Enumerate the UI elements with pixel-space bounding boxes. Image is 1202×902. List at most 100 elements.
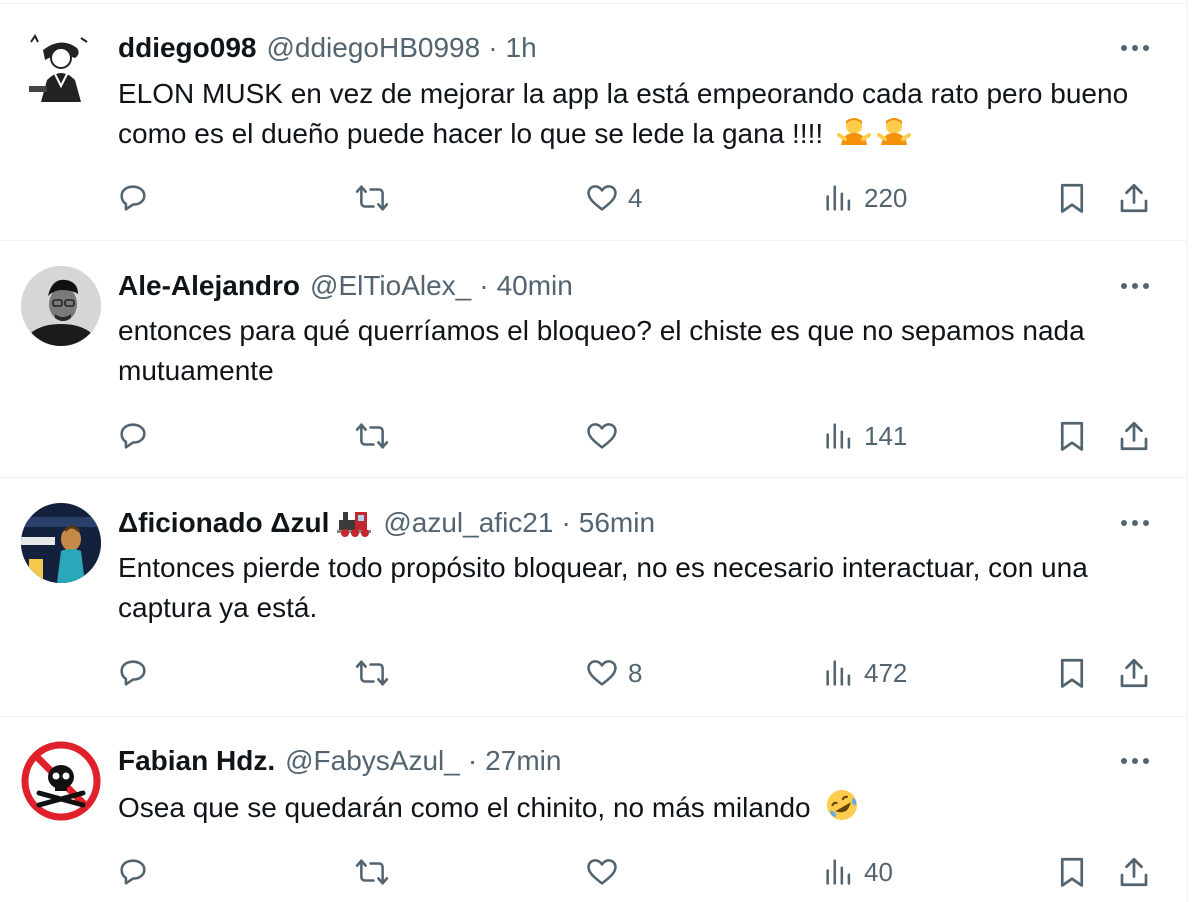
tweet-header: ddiego098 @ddiegoHB0998 · 1h	[118, 30, 537, 66]
bookmark-button[interactable]	[1054, 414, 1090, 458]
reply-icon	[120, 185, 146, 211]
retweet-icon	[355, 185, 389, 211]
reply-button[interactable]	[116, 651, 158, 695]
share-icon	[1120, 183, 1148, 213]
avatar[interactable]	[21, 741, 101, 821]
views-count: 141	[864, 420, 908, 451]
user-handle[interactable]: @azul_afic21	[383, 505, 553, 541]
like-button[interactable]	[584, 414, 628, 458]
share-button[interactable]	[1116, 176, 1152, 220]
display-name[interactable]: Fabian Hdz.	[118, 743, 275, 779]
timestamp[interactable]: 56min	[579, 505, 655, 541]
reply-icon	[120, 423, 146, 449]
views-button[interactable]: 141	[822, 414, 907, 458]
avatar[interactable]	[21, 503, 101, 583]
display-name[interactable]: Ale-Alejandro	[118, 268, 300, 304]
tweet-header: Ale-Alejandro @ElTioAlex_ · 40min	[118, 268, 573, 304]
views-icon	[826, 185, 851, 211]
locomotive-emoji	[337, 508, 373, 538]
views-icon	[826, 859, 851, 885]
tweet-text-content: Osea que se quedarán como el chinito, no…	[118, 792, 811, 823]
views-button[interactable]: 220	[822, 176, 907, 220]
retweet-icon	[355, 660, 389, 686]
retweet-button[interactable]	[354, 414, 398, 458]
share-icon	[1120, 857, 1148, 887]
views-button[interactable]: 472	[822, 651, 907, 695]
tweet-text: entonces para qué querríamos el bloqueo?…	[118, 315, 1085, 386]
more-icon[interactable]	[1115, 268, 1155, 304]
like-count: 8	[628, 657, 643, 688]
like-button[interactable]: 4	[584, 176, 642, 220]
reply-button[interactable]	[116, 850, 158, 894]
display-name[interactable]: ddiego098	[118, 30, 256, 66]
reply-tweet-4[interactable]: Fabian Hdz. @FabysAzul_ · 27min Osea que…	[0, 717, 1188, 902]
share-icon	[1120, 421, 1148, 451]
tweet-header: Fabian Hdz. @FabysAzul_ · 27min	[118, 743, 561, 779]
like-count: 4	[628, 182, 643, 213]
more-icon[interactable]	[1115, 743, 1155, 779]
more-icon[interactable]	[1115, 505, 1155, 541]
tweet-text: Osea que se quedarán como el chinito, no…	[118, 787, 1148, 834]
separator-dot: ·	[561, 507, 571, 538]
share-button[interactable]	[1116, 850, 1152, 894]
reply-tweet-2[interactable]: Ale-Alejandro @ElTioAlex_ · 40min entonc…	[0, 241, 1188, 478]
bookmark-icon	[1060, 183, 1084, 213]
display-name[interactable]: Δficionado Δzul	[118, 505, 329, 541]
retweet-icon	[355, 423, 389, 449]
tweet-text-content: ELON MUSK en vez de mejorar la app la es…	[118, 78, 1129, 149]
tweet-actions: 141	[0, 414, 1188, 458]
reply-button[interactable]	[116, 414, 158, 458]
reply-tweet-3[interactable]: Δficionado Δzul @azul_afic21 · 56min Ent…	[0, 478, 1188, 717]
like-button[interactable]	[584, 850, 628, 894]
share-button[interactable]	[1116, 414, 1152, 458]
user-handle[interactable]: @FabysAzul_	[285, 743, 460, 779]
separator-dot: ·	[479, 270, 489, 301]
views-icon	[826, 423, 851, 449]
like-icon	[587, 660, 617, 686]
reply-button[interactable]	[116, 176, 158, 220]
person-shrugging-emoji	[836, 115, 871, 160]
bookmark-button[interactable]	[1054, 651, 1090, 695]
share-icon	[1120, 658, 1148, 688]
more-icon[interactable]	[1115, 30, 1155, 66]
bookmark-icon	[1060, 421, 1084, 451]
tweet-actions: 8 472	[0, 651, 1188, 695]
views-icon	[826, 660, 851, 686]
separator-dot: ·	[488, 32, 498, 63]
views-count: 472	[864, 657, 908, 688]
separator-dot: ·	[467, 745, 478, 776]
retweet-button[interactable]	[354, 176, 398, 220]
views-count: 40	[864, 856, 893, 887]
rolling-on-floor-laughing-emoji	[824, 787, 860, 834]
retweet-button[interactable]	[354, 651, 398, 695]
bookmark-icon	[1060, 857, 1084, 887]
like-icon	[587, 185, 617, 211]
retweet-button[interactable]	[354, 850, 398, 894]
user-handle[interactable]: @ElTioAlex_	[310, 268, 471, 304]
user-handle[interactable]: @ddiegoHB0998	[266, 30, 480, 66]
tweet-actions: 4 220	[0, 176, 1188, 220]
timestamp[interactable]: 1h	[506, 30, 537, 66]
views-button[interactable]: 40	[822, 850, 893, 894]
person-shrugging-emoji	[876, 115, 911, 160]
like-icon	[587, 423, 617, 449]
avatar[interactable]	[21, 266, 101, 346]
share-button[interactable]	[1116, 651, 1152, 695]
bookmark-button[interactable]	[1054, 176, 1090, 220]
reply-icon	[120, 660, 146, 686]
bookmark-icon	[1060, 658, 1084, 688]
like-icon	[587, 859, 617, 885]
bookmark-button[interactable]	[1054, 850, 1090, 894]
retweet-icon	[355, 859, 389, 885]
tweet-actions: 40	[0, 850, 1188, 894]
tweet-header: Δficionado Δzul @azul_afic21 · 56min	[118, 505, 655, 541]
like-button[interactable]: 8	[584, 651, 642, 695]
reply-icon	[120, 859, 146, 885]
avatar[interactable]	[21, 28, 101, 108]
tweet-text: ELON MUSK en vez de mejorar la app la es…	[118, 74, 1148, 160]
views-count: 220	[864, 182, 908, 213]
timestamp[interactable]: 27min	[485, 743, 561, 779]
reply-tweet-1[interactable]: ddiego098 @ddiegoHB0998 · 1h ELON MUSK e…	[0, 4, 1188, 241]
timestamp[interactable]: 40min	[497, 268, 573, 304]
tweet-text: Entonces pierde todo propósito bloquear,…	[118, 552, 1088, 623]
